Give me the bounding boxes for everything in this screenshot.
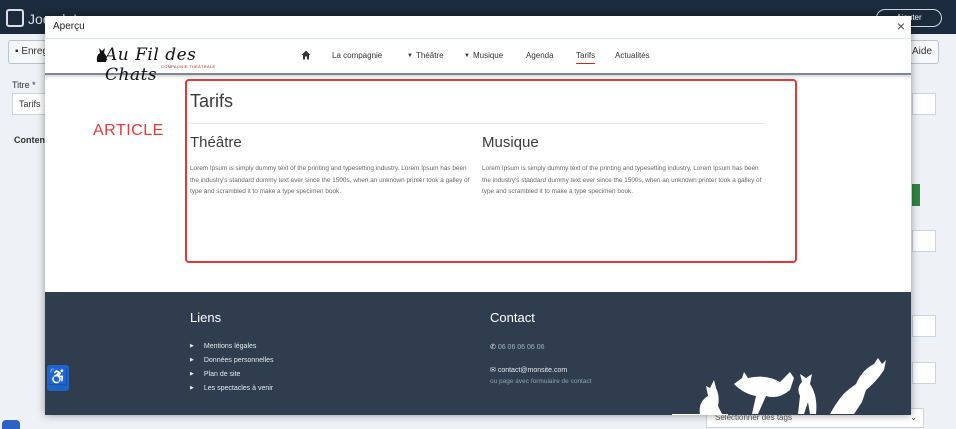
nav-item-tarifs[interactable]: Tarifs (576, 51, 596, 64)
nav-item-musique[interactable]: ▼ Musique (464, 51, 503, 60)
title-label: Titre * (12, 80, 36, 90)
accessibility-icon: ♿ (48, 369, 68, 386)
modal-title: Aperçu (53, 21, 85, 32)
nav-item-theatre[interactable]: ▼ Théâtre (407, 51, 444, 60)
cats-silhouette-icon (672, 358, 886, 415)
nav-item-actualites[interactable]: Actualités (615, 51, 650, 60)
title-divider (190, 123, 765, 124)
phone-icon: ✆ (490, 344, 496, 351)
footer-link[interactable]: ▶ Données personnelles (190, 353, 274, 367)
site-logo[interactable]: Au Fil des Chats COMPAGNIE THÉÂTRALE (95, 45, 235, 85)
theatre-text: Lorem Ipsum is simply dummy text of the … (190, 165, 470, 195)
joomla-icon (6, 9, 24, 27)
save-icon: ▪ (15, 46, 19, 57)
footer-link[interactable]: ▶ Plan de site (190, 367, 274, 381)
caret-down-icon: ▼ (464, 53, 470, 59)
envelope-icon: ✉ (490, 367, 496, 374)
site-footer: Liens ▶ Mentions légales ▶ Données personn… (45, 292, 911, 415)
close-icon[interactable]: × (897, 18, 905, 34)
bullet-icon: ▶ (190, 343, 194, 349)
article-annotation-label: ARTICLE (93, 122, 164, 139)
footer-link[interactable]: ▶ Mentions légales (190, 339, 274, 353)
contact-heading: Contact (490, 310, 535, 325)
home-icon[interactable] (301, 50, 311, 60)
page-title: Tarifs (190, 91, 234, 111)
accessibility-button[interactable]: ♿ (47, 365, 69, 391)
email-line[interactable]: ✉ contact@monsite.com (490, 366, 567, 374)
phone-line: ✆ 06 06 06 06 06 (490, 344, 545, 351)
publish-status[interactable] (912, 184, 920, 206)
preview-modal: Aperçu × Au Fil des Chats COMPAGNIE THÉÂ… (45, 16, 911, 415)
site-preview: Au Fil des Chats COMPAGNIE THÉÂTRALE La … (45, 39, 911, 415)
musique-heading: Musique (482, 134, 539, 151)
side-field-3[interactable] (912, 362, 936, 384)
bullet-icon: ▶ (190, 371, 194, 377)
bullet-icon: ▶ (190, 385, 194, 391)
status-dot (2, 420, 20, 429)
footer-links: ▶ Mentions légales ▶ Données personnelles … (190, 339, 274, 395)
theatre-heading: Théâtre (190, 134, 242, 151)
site-navbar: Au Fil des Chats COMPAGNIE THÉÂTRALE La … (45, 39, 911, 85)
bullet-icon: ▶ (190, 357, 194, 363)
chevron-down-icon: ⌄ (910, 413, 917, 422)
modal-header: Aperçu × (45, 16, 911, 39)
email-note: ou page avec formulaire de contact (490, 378, 592, 385)
footer-link[interactable]: ▶ Les spectacles à venir (190, 381, 274, 395)
musique-text: Lorem Ipsum is simply dummy text of the … (482, 165, 762, 195)
nav-item-agenda[interactable]: Agenda (526, 51, 554, 60)
side-field-1[interactable] (912, 230, 936, 252)
alias-input[interactable] (912, 93, 936, 115)
side-field-2[interactable] (912, 315, 936, 337)
caret-down-icon: ▼ (407, 53, 413, 59)
links-heading: Liens (190, 310, 222, 325)
nav-item-la-compagnie[interactable]: La compagnie (332, 51, 382, 60)
